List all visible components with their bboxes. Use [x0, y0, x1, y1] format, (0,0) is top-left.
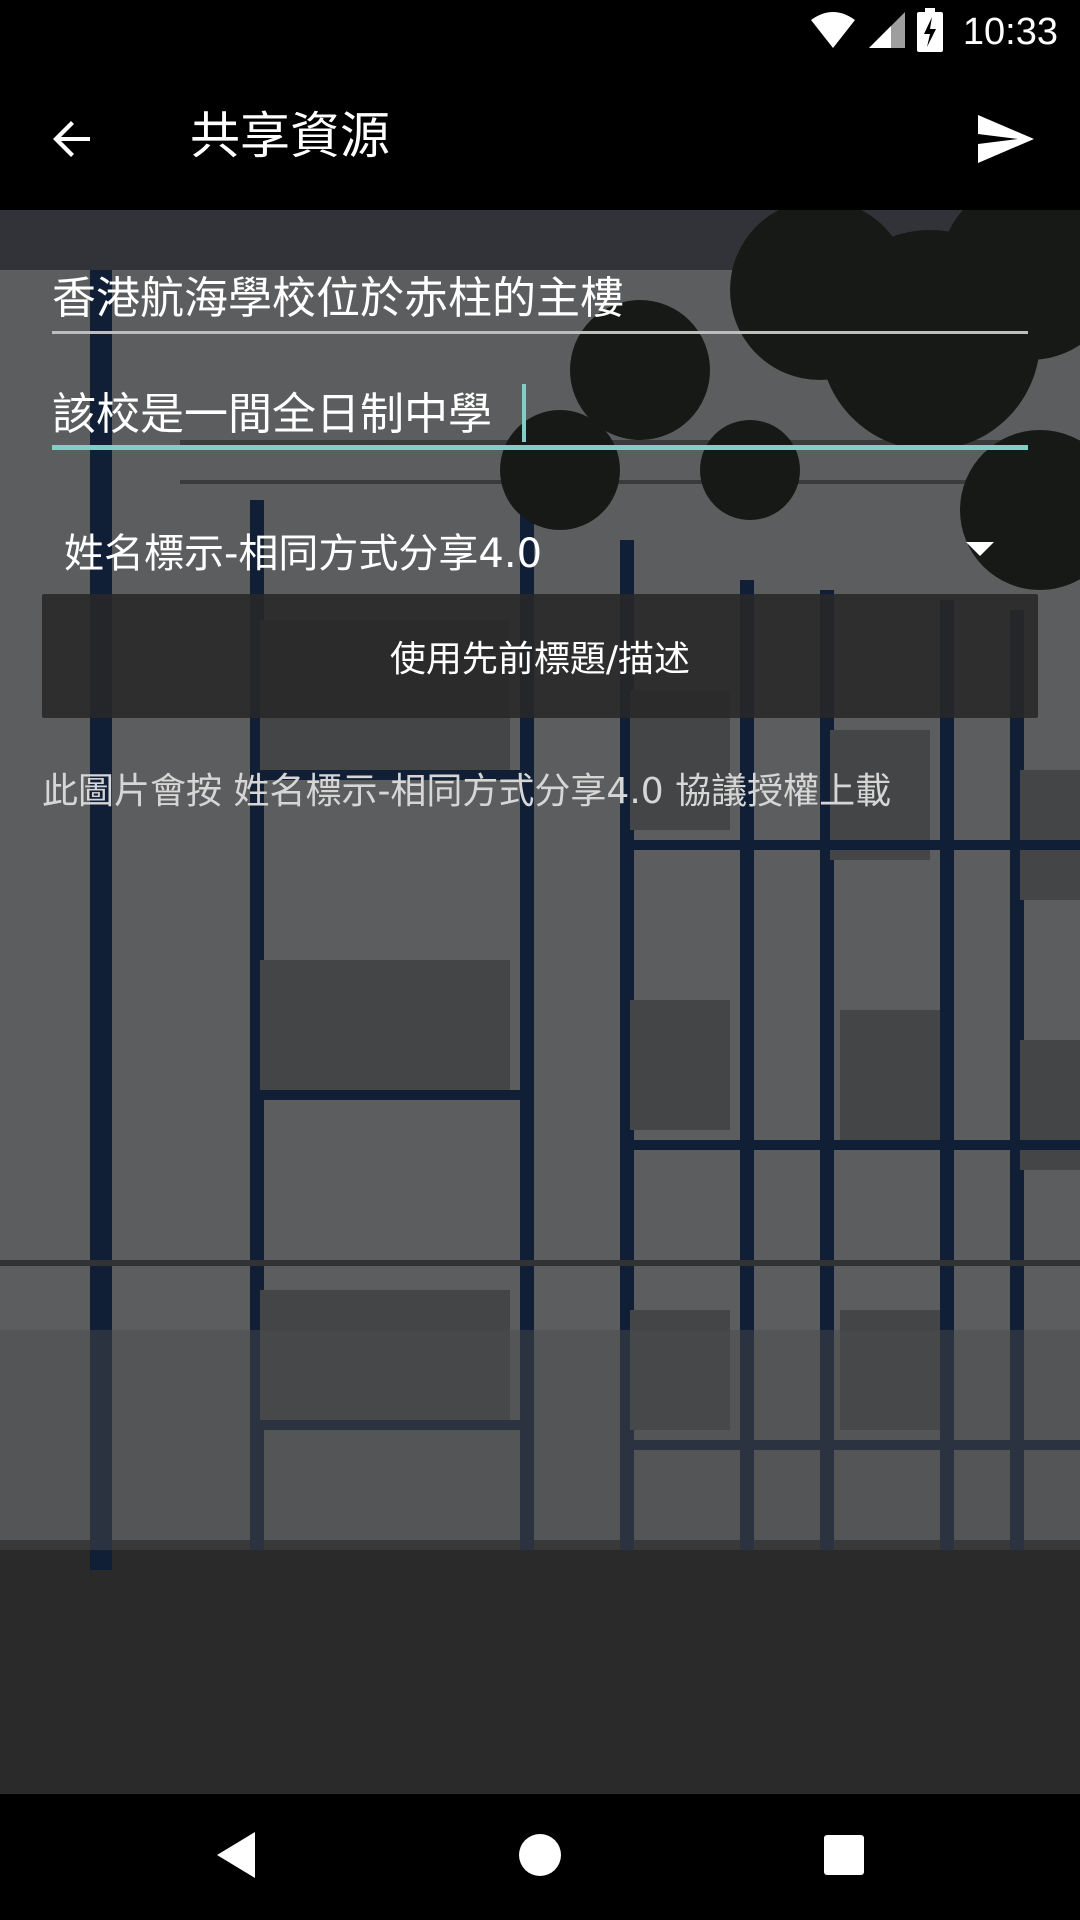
use-previous-title-button[interactable]: 使用先前標題/描述 — [42, 594, 1038, 718]
nav-recents-button[interactable] — [801, 1814, 887, 1900]
upload-form-area: 姓名標示-相同方式分享4.0 使用先前標題/描述 此圖片會按 姓名標示-相同方式… — [0, 210, 1080, 1794]
toolbar: 共享資源 — [0, 63, 1080, 210]
status-bar: 10:33 — [0, 0, 1080, 63]
nav-home-button[interactable] — [497, 1814, 583, 1900]
status-clock: 10:33 — [962, 10, 1058, 53]
wifi-icon — [809, 10, 857, 54]
license-note: 此圖片會按 姓名標示-相同方式分享4.0 協議授權上載 — [42, 771, 892, 812]
navigation-bar — [0, 1794, 1080, 1920]
title-underline — [52, 331, 1028, 334]
nav-home-icon — [518, 1833, 562, 1881]
nav-back-icon — [213, 1830, 259, 1884]
battery-charging-icon — [916, 8, 943, 56]
text-cursor — [522, 384, 526, 442]
back-button[interactable] — [36, 105, 108, 177]
send-icon — [976, 113, 1036, 169]
title-input[interactable] — [52, 254, 1028, 334]
title-field[interactable] — [52, 254, 1028, 334]
license-dropdown[interactable]: 姓名標示-相同方式分享4.0 — [42, 500, 1038, 600]
status-icons: 10:33 — [809, 8, 1058, 56]
description-field[interactable] — [52, 370, 1028, 450]
nav-back-button[interactable] — [193, 1814, 279, 1900]
arrow-back-icon — [48, 115, 96, 167]
page-title: 共享資源 — [190, 107, 390, 165]
dropdown-arrow-icon — [966, 542, 994, 556]
license-selected-value: 姓名標示-相同方式分享4.0 — [64, 531, 543, 577]
send-button[interactable] — [968, 103, 1044, 179]
description-underline — [52, 445, 1028, 450]
nav-recents-icon — [824, 1835, 864, 1879]
cell-signal-icon — [867, 10, 907, 54]
description-input[interactable] — [52, 370, 1028, 450]
